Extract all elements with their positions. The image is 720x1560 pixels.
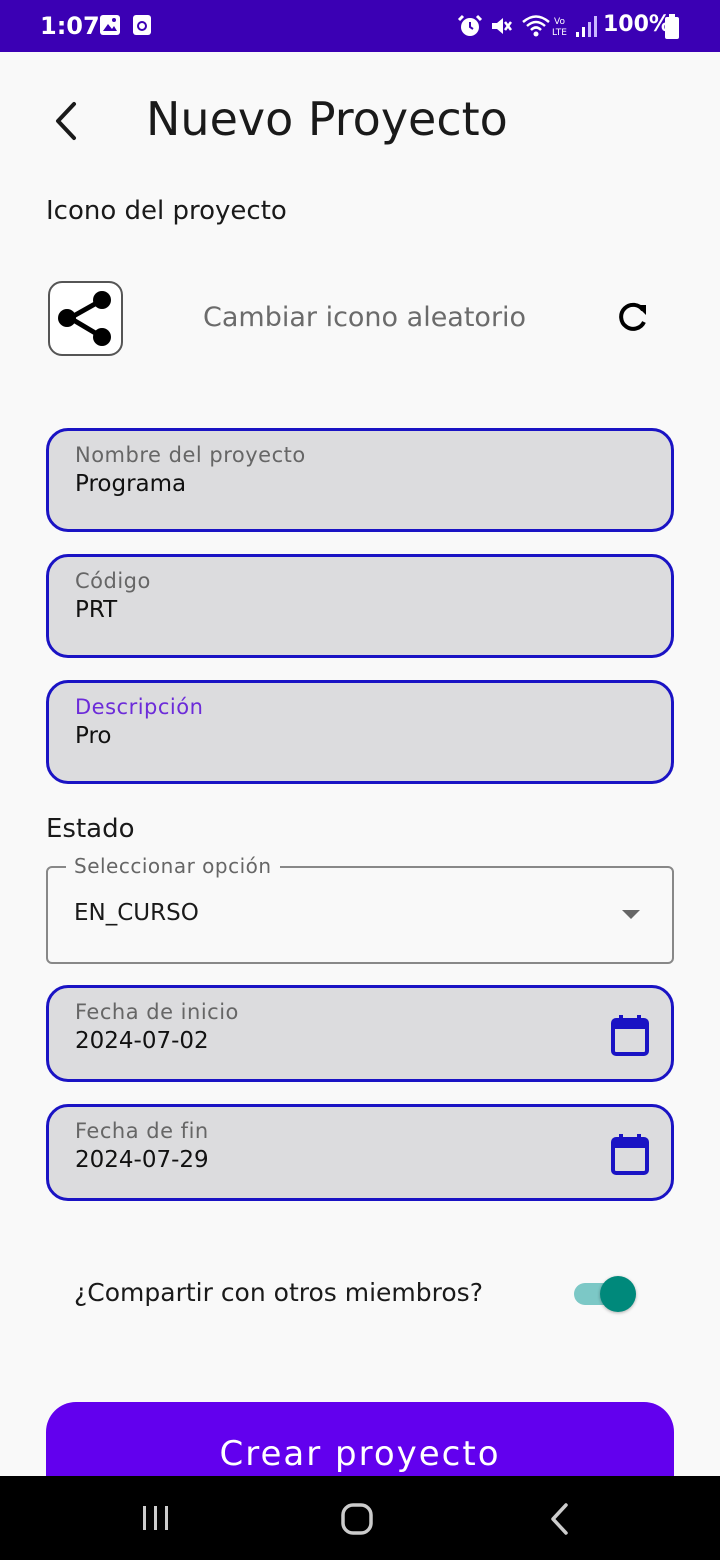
- status-time: 1:07: [40, 12, 100, 40]
- project-description-label: Descripción: [75, 695, 204, 719]
- cast-icon: [133, 15, 151, 35]
- project-description-value: Pro: [75, 723, 112, 749]
- project-code-label: Código: [75, 569, 151, 593]
- status-select[interactable]: Seleccionar opción EN_CURSO: [46, 854, 674, 964]
- image-icon: [100, 15, 120, 35]
- status-bar: 1:07 Vo LTE 100%: [0, 0, 720, 52]
- home-icon[interactable]: [340, 1502, 374, 1536]
- volte-icon: Vo LTE: [552, 17, 567, 38]
- end-date-value: 2024-07-29: [75, 1147, 209, 1173]
- recents-icon[interactable]: [140, 1502, 172, 1534]
- status-select-value: EN_CURSO: [74, 900, 199, 926]
- share-toggle-thumb: [600, 1276, 636, 1312]
- svg-text:Vo: Vo: [554, 17, 565, 27]
- back-arrow-icon[interactable]: [44, 94, 92, 148]
- alarm-icon: [457, 14, 483, 36]
- start-date-value: 2024-07-02: [75, 1028, 209, 1054]
- wifi-icon: [522, 15, 550, 37]
- battery-icon: [665, 14, 679, 39]
- refresh-icon[interactable]: [610, 296, 654, 340]
- end-date-label: Fecha de fin: [75, 1119, 209, 1143]
- share-icon: [58, 291, 111, 346]
- project-description-field[interactable]: Descripción Pro: [46, 680, 674, 784]
- calendar-icon[interactable]: [611, 1133, 649, 1175]
- signal-icon: [576, 16, 597, 37]
- icon-section-label: Icono del proyecto: [46, 196, 287, 226]
- battery-percent: 100%: [603, 12, 671, 37]
- chevron-down-icon[interactable]: [622, 910, 640, 919]
- status-select-legend: Seleccionar opción: [66, 854, 280, 878]
- start-date-label: Fecha de inicio: [75, 1000, 239, 1024]
- change-icon-button[interactable]: Cambiar icono aleatorio: [203, 302, 526, 333]
- status-label: Estado: [46, 814, 135, 844]
- page-title: Nuevo Proyecto: [146, 92, 508, 146]
- share-label: ¿Compartir con otros miembros?: [74, 1278, 483, 1307]
- project-name-value: Programa: [75, 471, 187, 497]
- project-name-label: Nombre del proyecto: [75, 443, 306, 467]
- start-date-field[interactable]: Fecha de inicio 2024-07-02: [46, 985, 674, 1082]
- back-nav-icon[interactable]: [546, 1502, 574, 1536]
- end-date-field[interactable]: Fecha de fin 2024-07-29: [46, 1104, 674, 1201]
- project-code-value: PRT: [75, 597, 118, 623]
- project-icon-preview[interactable]: [48, 281, 123, 356]
- share-toggle[interactable]: [574, 1276, 636, 1312]
- mute-icon: [492, 18, 512, 34]
- project-code-field[interactable]: Código PRT: [46, 554, 674, 658]
- system-nav-bar: [0, 1476, 720, 1560]
- svg-text:LTE: LTE: [552, 28, 567, 38]
- project-name-field[interactable]: Nombre del proyecto Programa: [46, 428, 674, 532]
- calendar-icon[interactable]: [611, 1014, 649, 1056]
